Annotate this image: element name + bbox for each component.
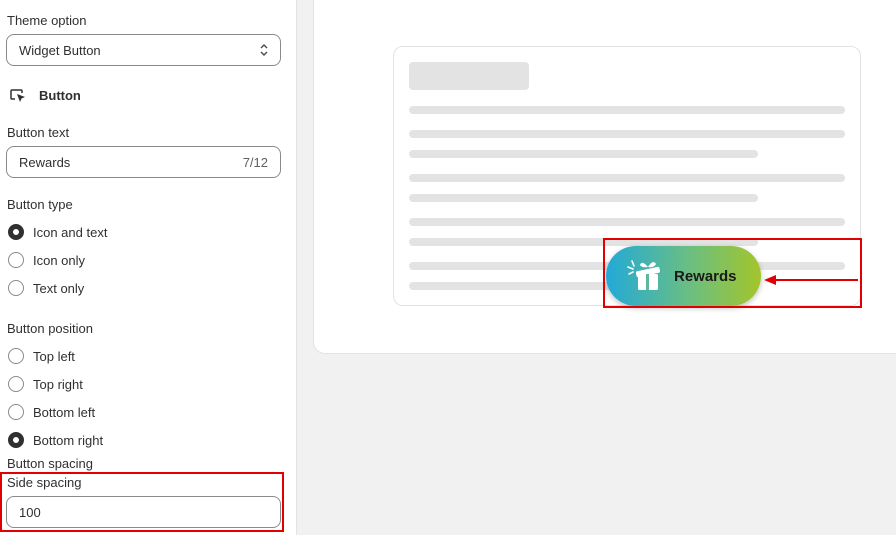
- skeleton-line: [409, 174, 845, 182]
- cursor-button-icon: [10, 89, 25, 102]
- gift-icon: [627, 260, 661, 290]
- side-spacing-label: Side spacing: [7, 475, 82, 490]
- radio-label: Top right: [33, 377, 83, 392]
- theme-option-select[interactable]: Widget Button: [6, 34, 281, 66]
- chevron-up-down-icon: [260, 44, 268, 56]
- radio-empty-icon: [8, 280, 24, 296]
- radio-empty-icon: [8, 252, 24, 268]
- radio-label: Bottom right: [33, 433, 104, 448]
- button-text-value: Rewards: [19, 155, 71, 170]
- button-type-label: Button type: [7, 197, 73, 212]
- button-text-input[interactable]: Rewards 7/12: [6, 146, 281, 178]
- settings-sidebar: Theme option Widget Button Button Button…: [0, 0, 297, 535]
- side-spacing-value: 100: [19, 505, 41, 520]
- skeleton-line: [409, 150, 758, 158]
- radio-empty-icon: [8, 404, 24, 420]
- radio-label: Top left: [33, 349, 75, 364]
- button-section-title: Button: [39, 88, 81, 103]
- radio-label: Icon only: [33, 253, 86, 268]
- button-text-label: Button text: [7, 125, 70, 140]
- radio-selected-icon: [8, 432, 24, 448]
- skeleton-line: [409, 106, 845, 114]
- theme-option-label: Theme option: [7, 13, 87, 28]
- radio-empty-icon: [8, 348, 24, 364]
- radio-label: Bottom left: [33, 405, 96, 420]
- arrow-left-icon: [764, 275, 858, 285]
- skeleton-line: [409, 194, 758, 202]
- skeleton-line: [409, 218, 845, 226]
- theme-option-value: Widget Button: [19, 43, 101, 58]
- button-spacing-label: Button spacing: [7, 456, 94, 471]
- radio-label: Text only: [33, 281, 85, 296]
- skeleton-line: [409, 130, 845, 138]
- rewards-widget-button[interactable]: Rewards: [606, 246, 761, 306]
- character-counter: 7/12: [242, 155, 268, 170]
- side-spacing-input[interactable]: 100: [6, 496, 281, 528]
- rewards-button-label: Rewards: [674, 268, 737, 285]
- skeleton-line: [409, 238, 758, 246]
- radio-selected-icon: [8, 224, 24, 240]
- radio-label: Icon and text: [33, 225, 108, 240]
- skeleton-title: [409, 62, 529, 90]
- radio-empty-icon: [8, 376, 24, 392]
- button-position-label: Button position: [7, 321, 94, 336]
